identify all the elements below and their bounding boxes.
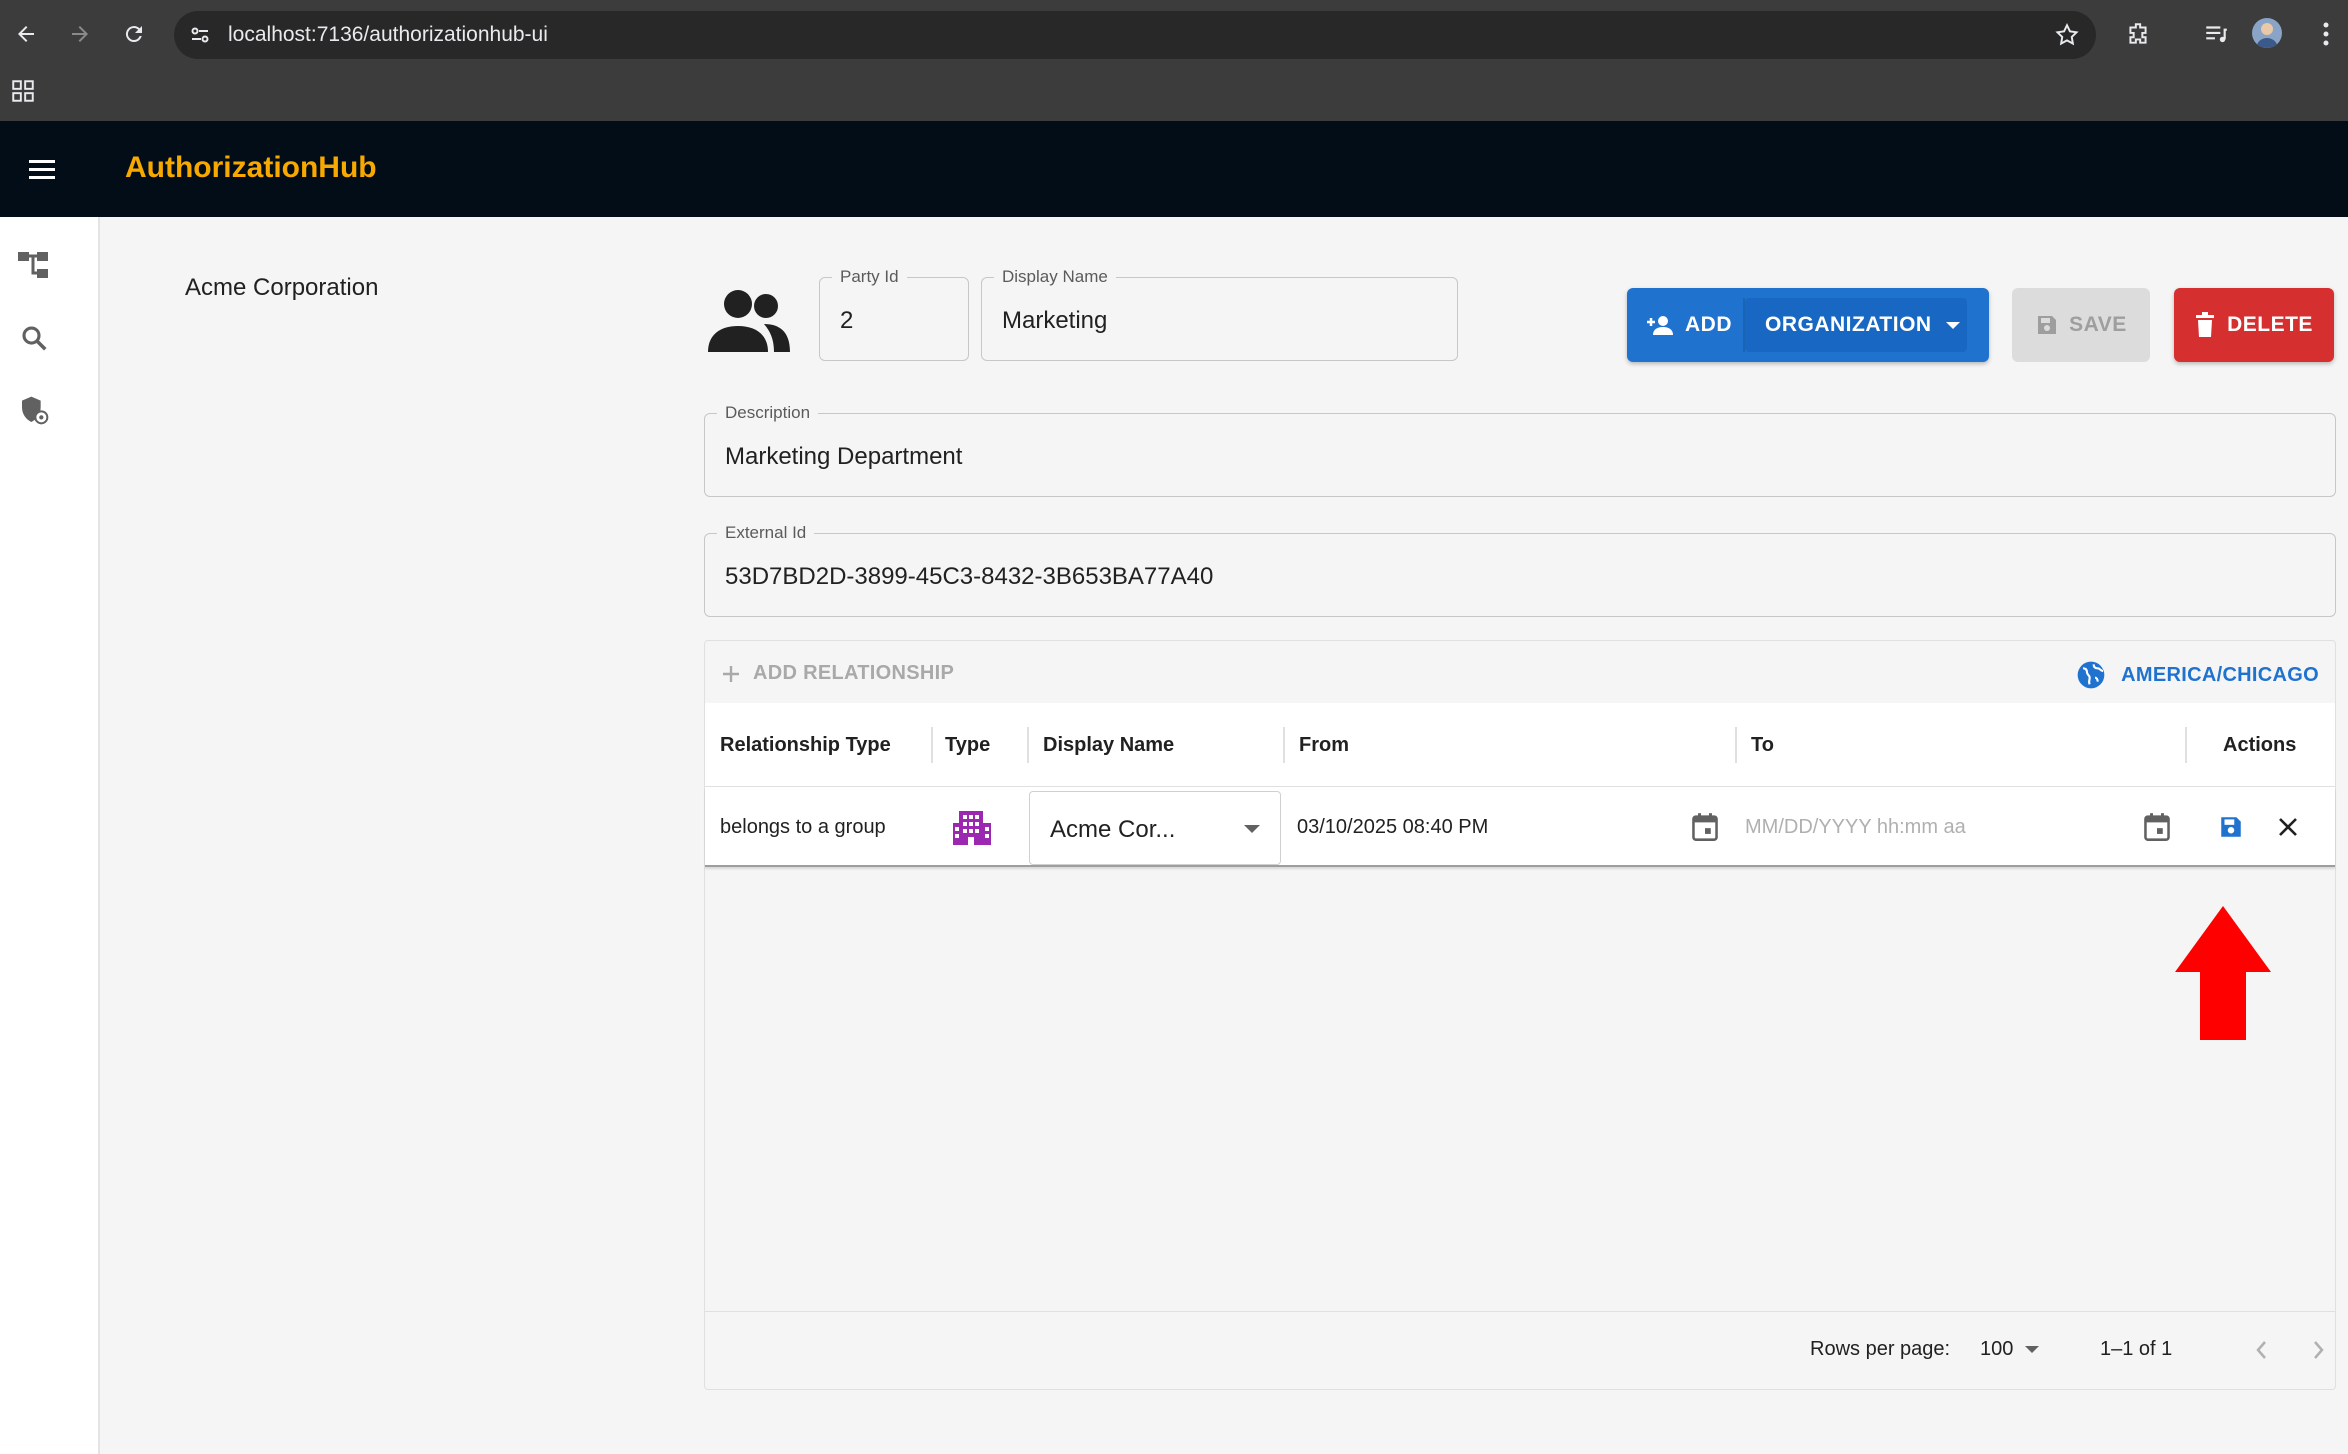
to-calendar-icon[interactable] <box>2137 807 2177 847</box>
external-id-label: External Id <box>717 523 815 543</box>
url-text[interactable]: localhost:7136/authorizationhub-ui <box>228 23 548 47</box>
display-name-select-value: Acme Cor... <box>1050 816 1176 843</box>
browser-menu-icon[interactable] <box>2306 14 2346 54</box>
table-row[interactable]: belongs to a group Acme Cor... 03/10/202… <box>705 787 2335 867</box>
previous-page-icon[interactable] <box>2243 1332 2279 1368</box>
row-save-icon[interactable] <box>2211 807 2251 847</box>
profile-avatar[interactable] <box>2252 18 2282 48</box>
from-date-input[interactable]: 03/10/2025 08:40 PM <box>1297 787 1488 867</box>
display-name-select[interactable]: Acme Cor... <box>1029 791 1281 865</box>
hamburger-menu-icon[interactable] <box>22 149 62 189</box>
column-separator[interactable] <box>1283 727 1285 763</box>
save-button[interactable]: SAVE <box>2012 288 2150 362</box>
red-annotation-arrow <box>2174 906 2272 1045</box>
from-calendar-icon[interactable] <box>1685 807 1725 847</box>
side-nav-rail <box>0 217 100 1454</box>
browser-toolbar: localhost:7136/authorizationhub-ui <box>0 0 2348 68</box>
delete-trash-icon <box>2196 312 2215 337</box>
column-header-relationship-type[interactable]: Relationship Type <box>720 703 891 787</box>
description-value[interactable]: Marketing Department <box>725 443 962 471</box>
rows-per-page-value: 100 <box>1980 1338 2014 1360</box>
site-info-icon[interactable] <box>188 23 212 52</box>
party-id-value[interactable]: 2 <box>840 307 853 335</box>
timezone-label: AMERICA/CHICAGO <box>2121 663 2319 686</box>
delete-button[interactable]: DELETE <box>2174 288 2334 362</box>
add-label: ADD <box>1685 313 1732 336</box>
add-relationship-button[interactable]: ADD RELATIONSHIP <box>721 662 954 685</box>
organization-type-dropdown[interactable]: ORGANIZATION <box>1745 298 1967 352</box>
apps-grid-icon[interactable] <box>10 78 36 109</box>
column-separator[interactable] <box>931 727 933 763</box>
column-header-display-name[interactable]: Display Name <box>1043 703 1174 787</box>
relationship-type-cell: belongs to a group <box>720 815 886 838</box>
hierarchy-icon[interactable] <box>16 247 52 283</box>
column-header-from[interactable]: From <box>1299 703 1349 787</box>
column-header-type[interactable]: Type <box>945 703 990 787</box>
bookmarks-bar <box>0 68 2348 121</box>
rows-per-page-select[interactable]: 100 <box>1980 1338 2040 1361</box>
chevron-down-icon <box>1945 321 1960 329</box>
delete-label: DELETE <box>2227 313 2313 336</box>
column-separator[interactable] <box>2185 727 2187 763</box>
chevron-down-icon <box>2025 1346 2040 1353</box>
grid-footer: Rows per page: 100 1–1 of 1 <box>705 1311 2335 1389</box>
save-icon <box>2038 316 2057 334</box>
back-icon[interactable] <box>6 14 46 54</box>
display-name-field[interactable]: Display Name Marketing <box>981 267 1458 361</box>
grid-header: Relationship Type Type Display Name From… <box>705 703 2335 787</box>
app-title: AuthorizationHub <box>125 151 377 184</box>
bookmark-star-icon[interactable] <box>2054 22 2080 53</box>
reload-icon[interactable] <box>114 14 154 54</box>
relationships-grid: ADD RELATIONSHIP AMERICA/CHICAGO Relatio… <box>704 640 2336 1390</box>
globe-icon <box>2077 661 2105 689</box>
display-name-value[interactable]: Marketing <box>1002 307 1107 335</box>
plus-icon <box>723 665 739 682</box>
save-label: SAVE <box>2069 313 2127 336</box>
media-control-icon[interactable] <box>2196 14 2236 54</box>
timezone-button[interactable]: AMERICA/CHICAGO <box>2075 659 2319 691</box>
add-relationship-label: ADD RELATIONSHIP <box>753 662 955 684</box>
party-id-label: Party Id <box>832 267 907 287</box>
party-id-field[interactable]: Party Id 2 <box>819 267 969 361</box>
column-separator[interactable] <box>1735 727 1737 763</box>
add-organization-split-button[interactable]: ADD ORGANIZATION <box>1627 288 1989 362</box>
organization-icon <box>951 787 993 867</box>
description-label: Description <box>717 403 819 423</box>
chevron-down-icon <box>1244 825 1260 833</box>
row-cancel-close-icon[interactable] <box>2268 807 2308 847</box>
rows-per-page-label: Rows per page: <box>1810 1338 1951 1360</box>
address-bar[interactable]: localhost:7136/authorizationhub-ui <box>174 11 2096 59</box>
search-icon[interactable] <box>16 320 52 356</box>
forward-icon[interactable] <box>60 14 100 54</box>
to-date-input[interactable]: MM/DD/YYYY hh:mm aa <box>1745 787 1966 867</box>
add-person-icon <box>1647 316 1673 335</box>
display-name-label: Display Name <box>994 267 1116 287</box>
tree-item-acme-corporation[interactable]: Acme Corporation <box>185 274 378 302</box>
group-icon <box>704 286 794 359</box>
extensions-icon[interactable] <box>2118 14 2158 54</box>
organization-type-label: ORGANIZATION <box>1765 313 1932 336</box>
column-header-to[interactable]: To <box>1751 703 1774 787</box>
next-page-icon[interactable] <box>2301 1332 2337 1368</box>
description-field[interactable]: Description Marketing Department <box>704 403 2336 497</box>
add-button[interactable]: ADD <box>1627 288 1743 362</box>
grid-toolbar: ADD RELATIONSHIP AMERICA/CHICAGO <box>705 641 2335 703</box>
column-header-actions: Actions <box>2223 733 2297 756</box>
external-id-field[interactable]: External Id 53D7BD2D-3899-45C3-8432-3B65… <box>704 523 2336 617</box>
security-shield-icon[interactable] <box>16 392 52 428</box>
external-id-value[interactable]: 53D7BD2D-3899-45C3-8432-3B653BA77A40 <box>725 563 1213 591</box>
app-bar: AuthorizationHub <box>0 121 2348 217</box>
pagination-range: 1–1 of 1 <box>2100 1338 2173 1360</box>
column-separator[interactable] <box>1027 727 1029 763</box>
